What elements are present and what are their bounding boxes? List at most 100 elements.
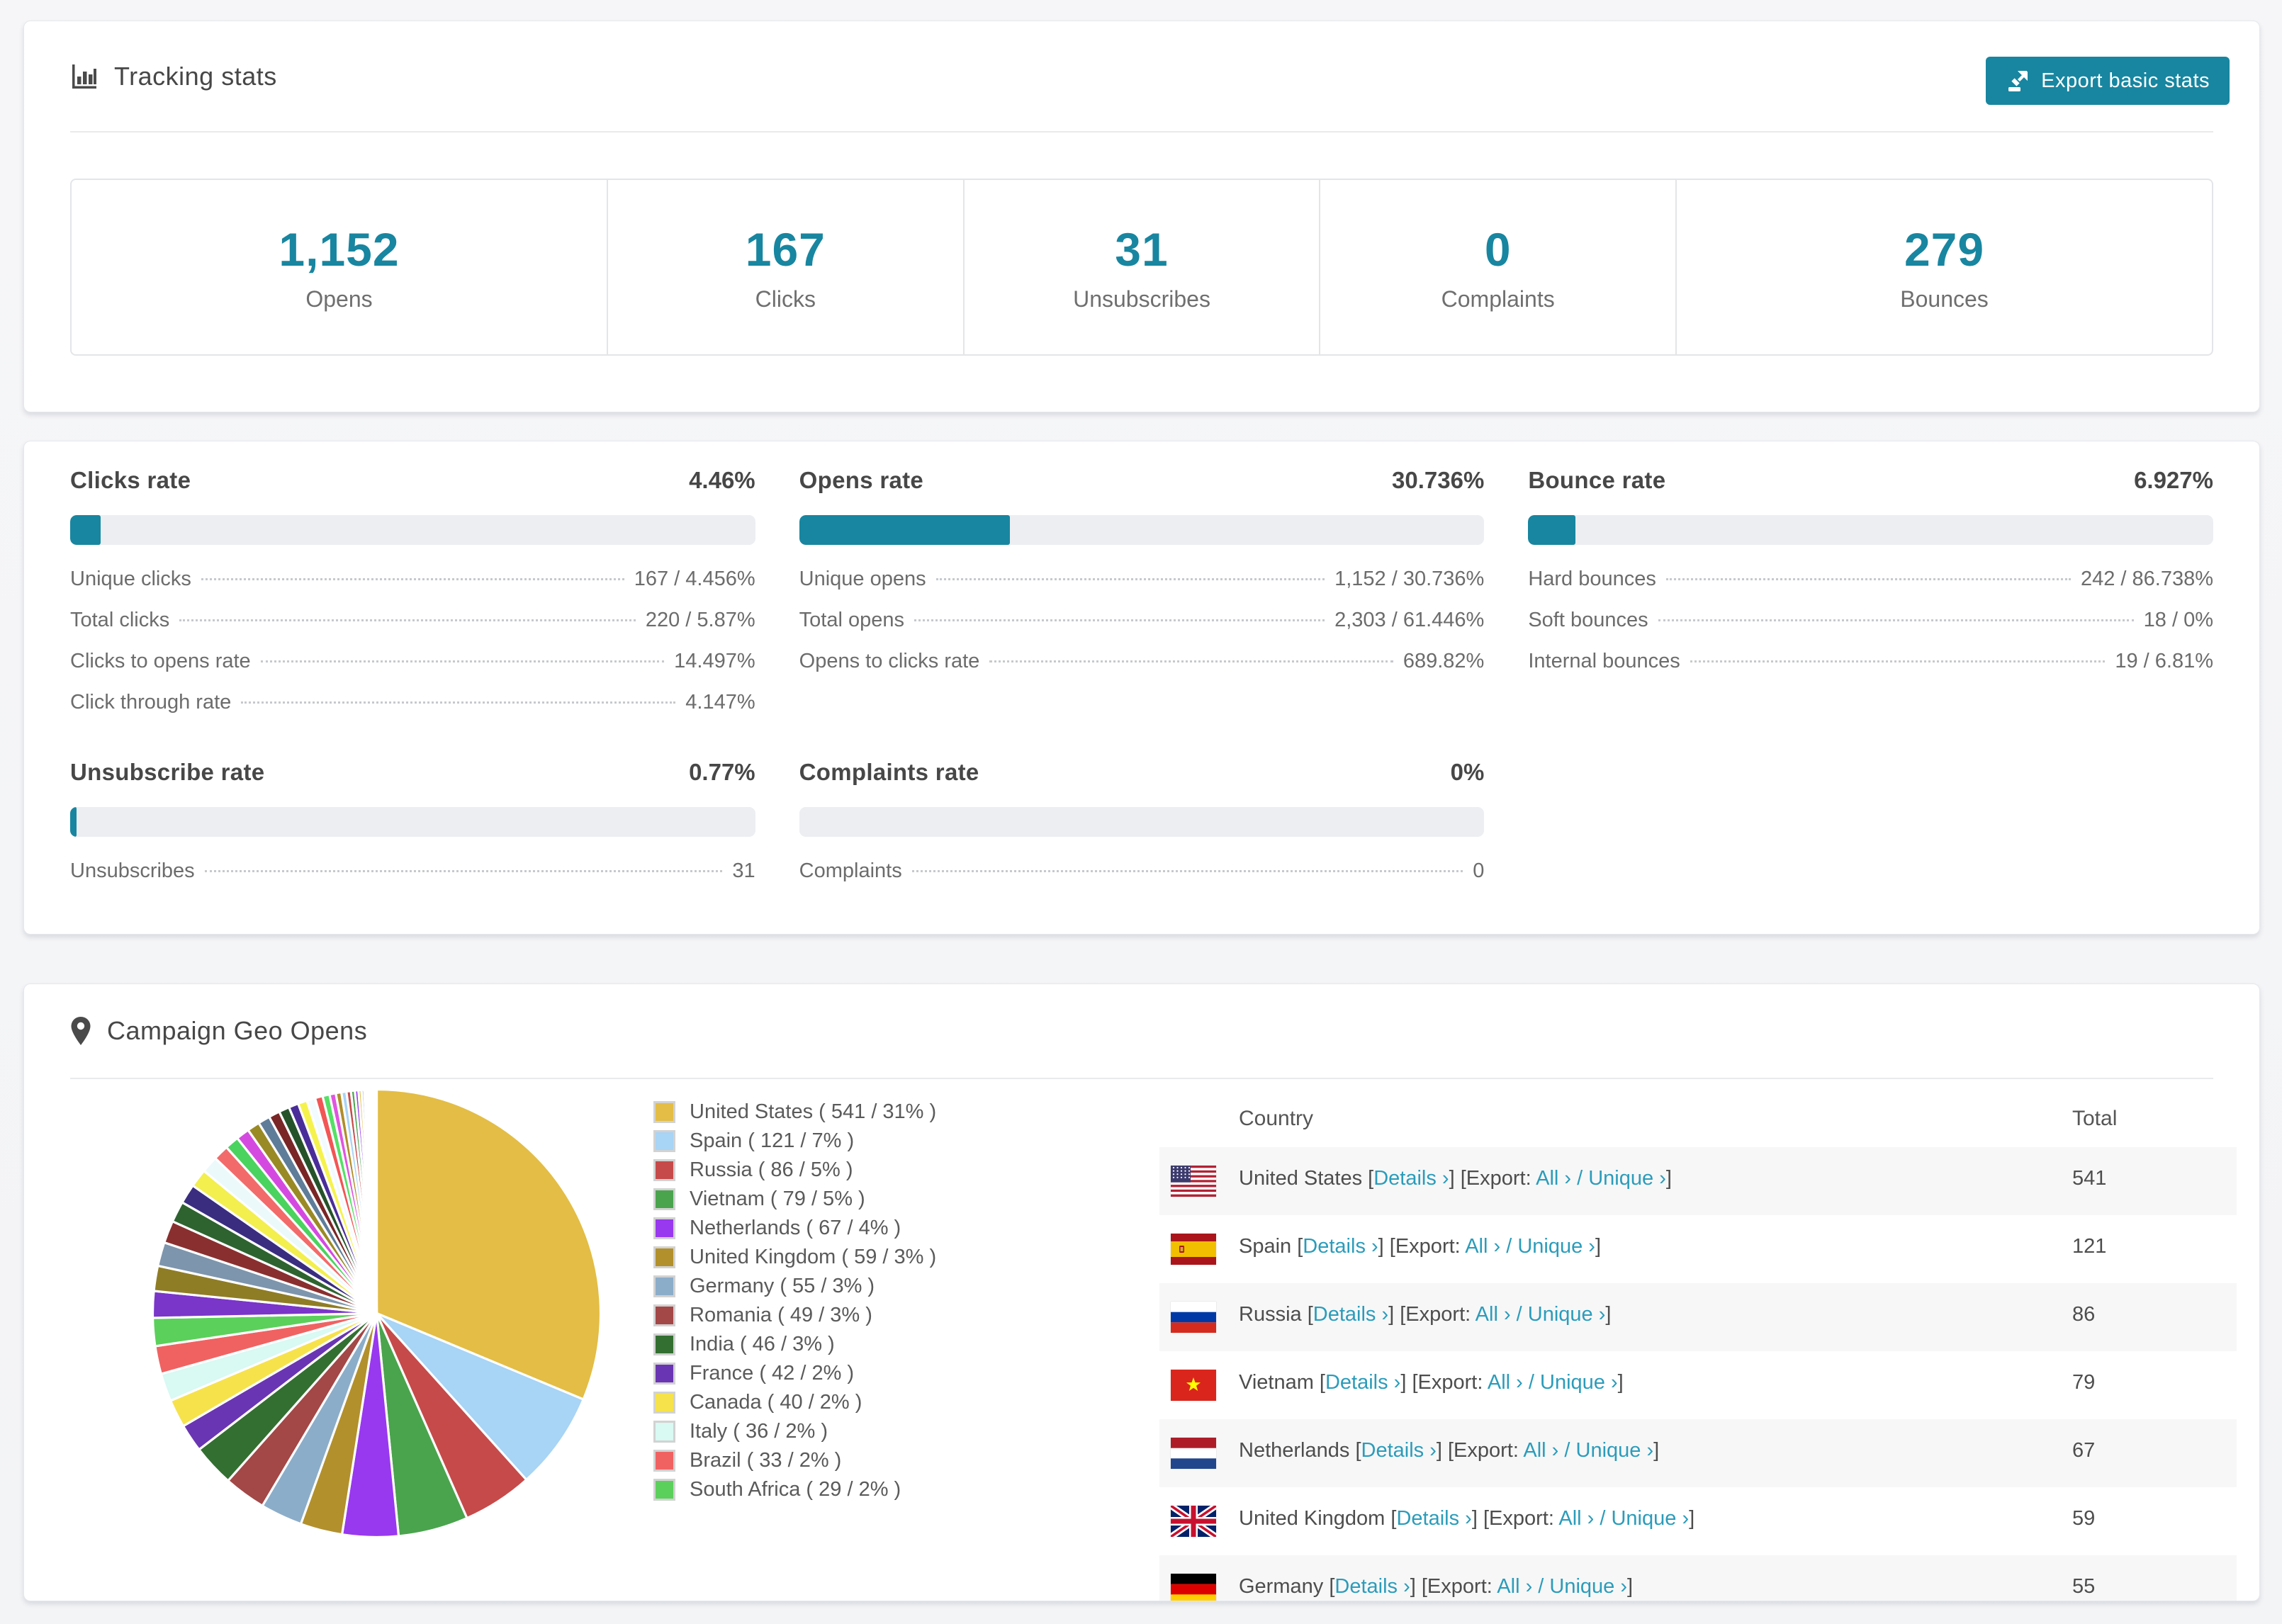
bracket: [ bbox=[1355, 1439, 1361, 1462]
details-link[interactable]: Details › bbox=[1325, 1371, 1400, 1394]
country-cell: Netherlands [Details ›] [Export: All › /… bbox=[1239, 1439, 1660, 1462]
export-all-link[interactable]: All › bbox=[1523, 1439, 1558, 1462]
rate-block-opens-rate: Opens rate 30.736% Unique opens 1,152 / … bbox=[799, 467, 1485, 732]
bar-chart-icon bbox=[72, 64, 96, 89]
campaign-geo-opens-card: Campaign Geo Opens United States ( 541 /… bbox=[23, 983, 2260, 1601]
legend-label: United Kingdom ( 59 / 3% ) bbox=[690, 1246, 937, 1268]
rate-head: Opens rate 30.736% bbox=[799, 467, 1485, 500]
slash-separator: / bbox=[1500, 1235, 1518, 1258]
legend-label: Canada ( 40 / 2% ) bbox=[690, 1391, 862, 1414]
legend-label: United States ( 541 / 31% ) bbox=[690, 1100, 937, 1123]
rate-detail-value: 242 / 86.738% bbox=[2080, 568, 2213, 590]
export-unique-link[interactable]: Unique › bbox=[1528, 1303, 1606, 1326]
dotted-leader bbox=[989, 660, 1393, 662]
bracket: ] bbox=[1388, 1303, 1395, 1326]
legend-swatch bbox=[653, 1159, 675, 1181]
export-label: [Export: bbox=[1400, 1303, 1471, 1326]
details-link[interactable]: Details › bbox=[1373, 1167, 1449, 1190]
stat-label: Complaints bbox=[1441, 286, 1555, 312]
dotted-leader bbox=[914, 619, 1325, 621]
bracket: ] bbox=[1605, 1303, 1612, 1326]
rate-head: Complaints rate 0% bbox=[799, 759, 1485, 791]
legend-item: Romania ( 49 / 3% ) bbox=[653, 1301, 936, 1330]
bracket: ] bbox=[1436, 1439, 1442, 1462]
legend-label: Russia ( 86 / 5% ) bbox=[690, 1158, 853, 1181]
export-all-link[interactable]: All › bbox=[1497, 1575, 1532, 1598]
dotted-leader bbox=[935, 578, 1325, 580]
rate-title: Clicks rate bbox=[70, 467, 191, 493]
rate-detail-label: Click through rate bbox=[70, 691, 232, 714]
export-unique-link[interactable]: Unique › bbox=[1611, 1507, 1689, 1530]
table-row-vn: Vietnam [Details ›] [Export: All › / Uni… bbox=[1159, 1351, 2237, 1419]
export-unique-link[interactable]: Unique › bbox=[1549, 1575, 1627, 1598]
legend-swatch bbox=[653, 1392, 675, 1414]
legend-label: South Africa ( 29 / 2% ) bbox=[690, 1478, 901, 1501]
export-basic-stats-label: Export basic stats bbox=[2041, 69, 2210, 92]
legend-label: Spain ( 121 / 7% ) bbox=[690, 1129, 855, 1152]
export-label: [Export: bbox=[1412, 1371, 1483, 1394]
rate-detail-value: 220 / 5.87% bbox=[645, 609, 755, 631]
table-row-de: Germany [Details ›] [Export: All › / Uni… bbox=[1159, 1555, 2237, 1601]
export-all-link[interactable]: All › bbox=[1476, 1303, 1511, 1326]
export-all-link[interactable]: All › bbox=[1558, 1507, 1594, 1530]
stat-value: 1,152 bbox=[279, 222, 400, 276]
bracket: ] bbox=[1595, 1235, 1601, 1258]
dotted-leader bbox=[1658, 619, 2134, 621]
country-cell: United Kingdom [Details ›] [Export: All … bbox=[1239, 1507, 1695, 1530]
legend-label: Italy ( 36 / 2% ) bbox=[690, 1420, 828, 1443]
rate-progress-track bbox=[1528, 515, 2213, 545]
geo-title: Campaign Geo Opens bbox=[70, 1016, 367, 1046]
export-icon bbox=[2008, 71, 2028, 91]
rate-detail-rows: Unique opens 1,152 / 30.736% Total opens… bbox=[799, 568, 1485, 691]
details-link[interactable]: Details › bbox=[1303, 1235, 1378, 1258]
export-unique-link[interactable]: Unique › bbox=[1517, 1235, 1595, 1258]
export-all-link[interactable]: All › bbox=[1536, 1167, 1571, 1190]
bracket: [ bbox=[1368, 1167, 1374, 1190]
bracket: [ bbox=[1319, 1371, 1325, 1394]
export-unique-link[interactable]: Unique › bbox=[1540, 1371, 1618, 1394]
legend-item: India ( 46 / 3% ) bbox=[653, 1330, 936, 1359]
export-all-link[interactable]: All › bbox=[1465, 1235, 1500, 1258]
total-cell: 541 bbox=[2072, 1167, 2107, 1190]
rate-detail-value: 31 bbox=[732, 859, 755, 882]
rate-detail-label: Total clicks bbox=[70, 609, 170, 631]
details-link[interactable]: Details › bbox=[1396, 1507, 1471, 1530]
details-link[interactable]: Details › bbox=[1361, 1439, 1437, 1462]
legend-swatch bbox=[653, 1246, 675, 1268]
stat-value: 279 bbox=[1904, 222, 1985, 276]
legend-item: United Kingdom ( 59 / 3% ) bbox=[653, 1243, 936, 1272]
flag-icon-us bbox=[1171, 1166, 1216, 1197]
rate-detail-row: Clicks to opens rate 14.497% bbox=[70, 650, 755, 691]
bracket: ] bbox=[1471, 1507, 1478, 1530]
details-link[interactable]: Details › bbox=[1313, 1303, 1388, 1326]
stat-value: 0 bbox=[1484, 222, 1512, 276]
bracket: ] bbox=[1665, 1167, 1672, 1190]
details-link[interactable]: Details › bbox=[1334, 1575, 1410, 1598]
stat-label: Clicks bbox=[755, 286, 816, 312]
flag-icon-ru bbox=[1171, 1302, 1216, 1333]
rate-title: Bounce rate bbox=[1528, 467, 1666, 493]
legend-item: Italy ( 36 / 2% ) bbox=[653, 1417, 936, 1446]
export-basic-stats-button[interactable]: Export basic stats bbox=[1986, 57, 2230, 105]
rate-block-clicks-rate: Clicks rate 4.46% Unique clicks 167 / 4.… bbox=[70, 467, 755, 732]
export-unique-link[interactable]: Unique › bbox=[1576, 1439, 1654, 1462]
tracking-stats-title-text: Tracking stats bbox=[114, 61, 277, 91]
export-unique-link[interactable]: Unique › bbox=[1588, 1167, 1666, 1190]
dotted-leader bbox=[201, 578, 624, 580]
flag-icon-gb bbox=[1171, 1506, 1216, 1537]
legend-item: Brazil ( 33 / 2% ) bbox=[653, 1446, 936, 1475]
dotted-leader bbox=[179, 619, 636, 621]
legend-swatch bbox=[653, 1101, 675, 1123]
rate-detail-row: Opens to clicks rate 689.82% bbox=[799, 650, 1485, 691]
rate-detail-label: Unique opens bbox=[799, 568, 926, 590]
export-all-link[interactable]: All › bbox=[1488, 1371, 1523, 1394]
flag-icon-nl bbox=[1171, 1438, 1216, 1469]
slash-separator: / bbox=[1532, 1575, 1550, 1598]
rate-percent: 0% bbox=[1450, 759, 1485, 785]
rate-detail-value: 4.147% bbox=[685, 691, 755, 714]
rate-detail-row: Unique clicks 167 / 4.456% bbox=[70, 568, 755, 609]
country-cell: United States [Details ›] [Export: All ›… bbox=[1239, 1167, 1672, 1190]
flag-icon-de bbox=[1171, 1574, 1216, 1601]
rate-percent: 0.77% bbox=[689, 759, 755, 785]
rate-detail-row: Total clicks 220 / 5.87% bbox=[70, 609, 755, 650]
